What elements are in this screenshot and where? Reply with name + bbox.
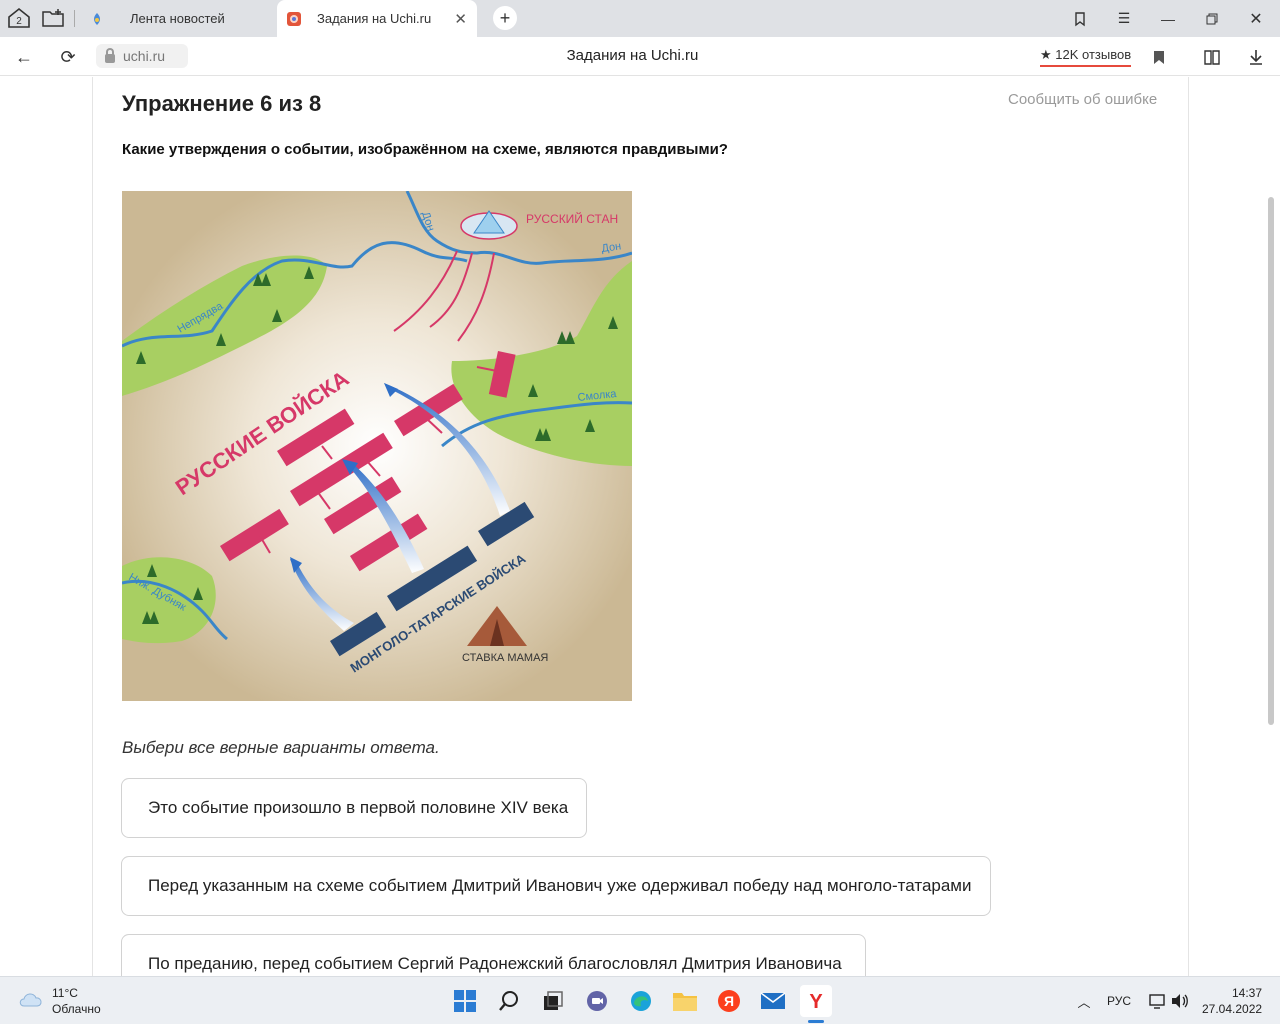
instruction-hint: Выбери все верные варианты ответа. <box>122 738 440 757</box>
yandex-icon: Я <box>718 990 740 1012</box>
answer-option[interactable]: Это событие произошло в первой половине … <box>121 778 587 838</box>
weather-widget[interactable] <box>18 989 44 1014</box>
news-favicon-icon <box>90 11 104 26</box>
close-window-button[interactable]: ✕ <box>1234 0 1278 37</box>
start-button[interactable] <box>449 985 481 1017</box>
yandex-browser-button[interactable]: Y <box>800 985 832 1017</box>
battle-scheme-image: РУССКИЙ СТАН Дон Дон Непрядва Смолка Ниж… <box>122 191 632 701</box>
cloud-icon <box>19 993 42 1007</box>
bookmarks-panel-icon <box>1075 11 1085 26</box>
chevron-up-icon: ︿ <box>1077 994 1091 1010</box>
reviews-badge[interactable]: ★ 12K отзывов <box>1040 47 1132 67</box>
minimize-button[interactable]: — <box>1146 0 1190 37</box>
uchi-favicon-icon <box>287 11 301 26</box>
weather-desc: Облачно <box>52 1002 101 1016</box>
tab-divider <box>74 10 75 27</box>
active-app-indicator <box>808 1020 824 1023</box>
search-button[interactable] <box>493 985 525 1017</box>
new-tab-folder-button[interactable] <box>38 4 68 32</box>
exercise-title: Упражнение 6 из 8 <box>122 91 322 116</box>
explorer-button[interactable] <box>669 985 701 1017</box>
edge-button[interactable] <box>625 985 657 1017</box>
yandex-button[interactable]: Я <box>713 985 745 1017</box>
content-border-right <box>1188 77 1189 976</box>
windows-icon <box>454 990 476 1012</box>
yandex-browser-icon: Y <box>809 991 823 1013</box>
taskbar: 11°C Облачно Я Y ︿ РУС 14:37 27.04.2022 <box>0 976 1280 1024</box>
answer-option[interactable]: Перед указанным на схеме событием Дмитри… <box>121 856 991 916</box>
minimize-icon: — <box>1161 10 1175 27</box>
language-indicator[interactable]: РУС <box>1107 994 1131 1008</box>
answer-option-text: Перед указанным на схеме событием Дмитри… <box>148 876 972 895</box>
answer-option-text: Это событие произошло в первой половине … <box>148 798 569 817</box>
page-content: Упражнение 6 из 8 Сообщить об ошибке Как… <box>0 77 1280 976</box>
plus-icon: + <box>499 7 511 28</box>
edge-icon <box>631 991 651 1011</box>
chat-icon <box>587 991 607 1011</box>
mail-icon <box>760 992 786 1009</box>
weather-temp: 11°C <box>52 986 78 1000</box>
home-tabs-icon: 2 <box>8 7 30 28</box>
question-text: Какие утверждения о событии, изображённо… <box>122 141 728 158</box>
folder-plus-icon <box>42 9 64 27</box>
mamai-hq-label: СТАВКА МАМАЯ <box>462 652 548 664</box>
close-tab-icon[interactable]: ✕ <box>454 10 467 28</box>
clock-date[interactable]: 27.04.2022 <box>1202 1002 1262 1016</box>
speaker-icon <box>1172 994 1188 1008</box>
svg-text:2: 2 <box>16 16 22 27</box>
scrollbar[interactable] <box>1268 197 1274 725</box>
search-icon <box>499 991 518 1011</box>
mail-button[interactable] <box>757 985 789 1017</box>
content-border-left <box>92 77 93 976</box>
answer-option[interactable]: По преданию, перед событием Сергий Радон… <box>121 934 866 976</box>
close-icon: ✕ <box>1249 10 1263 28</box>
tab-groups-button[interactable] <box>1058 0 1102 37</box>
tab-uchi[interactable]: Задания на Uchi.ru ✕ <box>277 0 477 37</box>
tab-title: Задания на Uchi.ru <box>317 11 432 26</box>
teams-button[interactable] <box>581 985 613 1017</box>
folder-icon <box>673 993 697 1011</box>
tab-manager-button[interactable]: 2 <box>4 4 34 32</box>
hamburger-icon: ☰ <box>1117 10 1131 26</box>
new-tab-button[interactable]: + <box>493 6 517 30</box>
clock-time[interactable]: 14:37 <box>1232 986 1262 1000</box>
menu-button[interactable]: ☰ <box>1102 0 1146 37</box>
tray-expand-button[interactable]: ︿ <box>1068 985 1100 1017</box>
answer-option-text: По преданию, перед событием Сергий Радон… <box>148 954 842 973</box>
svg-text:Y: Y <box>809 991 823 1013</box>
volume-button[interactable] <box>1164 985 1196 1017</box>
tab-strip: 2 Лента новостей Задания на Uchi.ru ✕ + … <box>0 0 1280 37</box>
task-view-button[interactable] <box>537 985 569 1017</box>
svg-text:Я: Я <box>724 993 734 1009</box>
russian-camp-label: РУССКИЙ СТАН <box>526 211 618 226</box>
tab-news-feed[interactable]: Лента новостей <box>80 0 276 37</box>
restore-icon <box>1206 13 1218 24</box>
tab-title: Лента новостей <box>130 11 225 26</box>
restore-button[interactable] <box>1190 0 1234 37</box>
report-error-link[interactable]: Сообщить об ошибке <box>1008 91 1157 108</box>
task-view-icon <box>544 991 563 1010</box>
